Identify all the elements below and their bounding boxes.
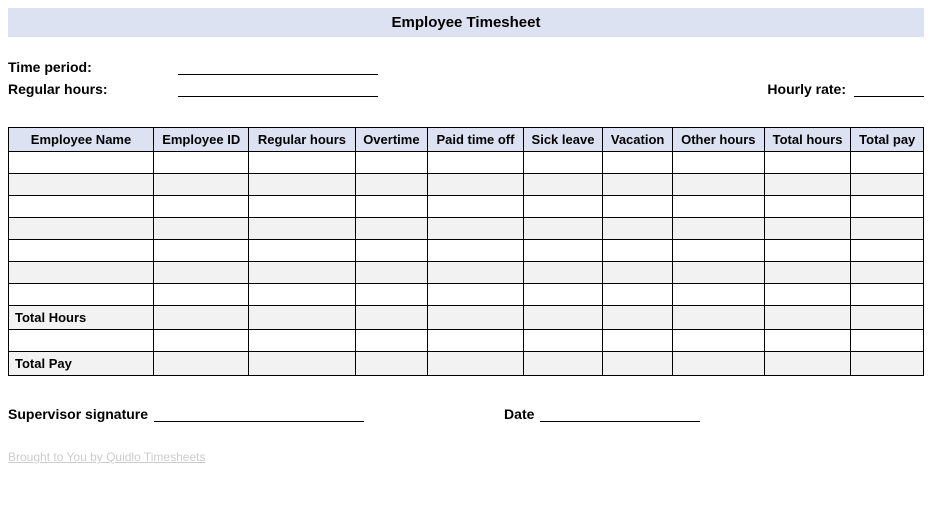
table-row[interactable] bbox=[9, 284, 924, 306]
footer-link[interactable]: Brought to You by Quidlo Timesheets bbox=[8, 450, 205, 464]
col-total-pay: Total pay bbox=[851, 128, 924, 152]
col-employee-id: Employee ID bbox=[154, 128, 249, 152]
timesheet-table: Employee Name Employee ID Regular hours … bbox=[8, 127, 924, 376]
table-row[interactable] bbox=[9, 262, 924, 284]
hourly-rate-input[interactable] bbox=[854, 79, 924, 97]
supervisor-signature-input[interactable] bbox=[154, 404, 364, 422]
col-vacation: Vacation bbox=[603, 128, 673, 152]
table-row[interactable] bbox=[9, 196, 924, 218]
table-row[interactable] bbox=[9, 152, 924, 174]
time-period-input[interactable] bbox=[178, 57, 378, 75]
col-overtime: Overtime bbox=[355, 128, 428, 152]
total-pay-row: Total Pay bbox=[9, 352, 924, 376]
col-regular-hours: Regular hours bbox=[249, 128, 355, 152]
col-paid-time-off: Paid time off bbox=[428, 128, 523, 152]
regular-hours-input[interactable] bbox=[178, 79, 378, 97]
time-period-label: Time period: bbox=[8, 59, 178, 75]
col-employee-name: Employee Name bbox=[9, 128, 154, 152]
page-title: Employee Timesheet bbox=[8, 8, 924, 37]
regular-hours-label: Regular hours: bbox=[8, 81, 178, 97]
table-row[interactable] bbox=[9, 330, 924, 352]
total-hours-row: Total Hours bbox=[9, 306, 924, 330]
date-input[interactable] bbox=[540, 404, 700, 422]
date-label: Date bbox=[504, 406, 540, 422]
col-sick-leave: Sick leave bbox=[523, 128, 603, 152]
supervisor-signature-label: Supervisor signature bbox=[8, 406, 154, 422]
col-total-hours: Total hours bbox=[764, 128, 851, 152]
col-other-hours: Other hours bbox=[672, 128, 764, 152]
table-row[interactable] bbox=[9, 174, 924, 196]
table-row[interactable] bbox=[9, 240, 924, 262]
table-row[interactable] bbox=[9, 218, 924, 240]
hourly-rate-label: Hourly rate: bbox=[767, 81, 854, 97]
